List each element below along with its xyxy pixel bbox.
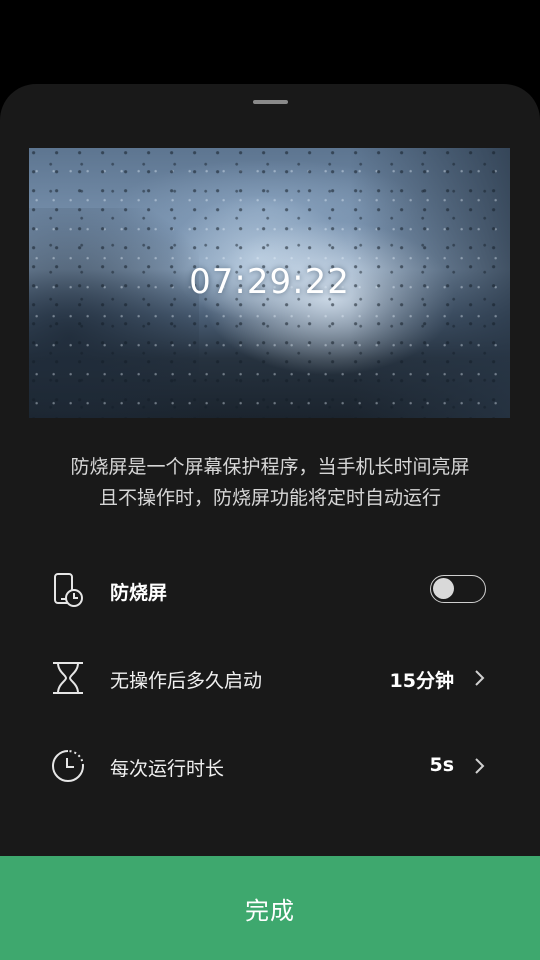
bottom-sheet: 07:29:22 防烧屏是一个屏幕保护程序，当手机长时间亮屏 且不操作时，防烧屏… [0, 84, 540, 960]
description-line-1: 防烧屏是一个屏幕保护程序，当手机长时间亮屏 [70, 456, 470, 478]
screensaver-preview: 07:29:22 [29, 148, 510, 418]
description-line-2: 且不操作时，防烧屏功能将定时自动运行 [98, 487, 441, 509]
screen: 07:29:22 防烧屏是一个屏幕保护程序，当手机长时间亮屏 且不操作时，防烧屏… [0, 0, 540, 960]
run-duration-value: 5s [429, 754, 454, 776]
drag-handle[interactable] [253, 100, 288, 104]
preview-clock: 07:29:22 [189, 262, 350, 302]
clock-icon [50, 748, 86, 784]
burn-in-toggle[interactable] [430, 575, 486, 603]
hourglass-icon [50, 660, 86, 696]
done-button[interactable]: 完成 [0, 856, 540, 960]
toggle-knob [433, 578, 454, 599]
chevron-right-icon [474, 668, 486, 688]
run-duration-label: 每次运行时长 [110, 758, 225, 780]
description-text: 防烧屏是一个屏幕保护程序，当手机长时间亮屏 且不操作时，防烧屏功能将定时自动运行 [40, 452, 500, 514]
idle-start-row[interactable]: 无操作后多久启动 15分钟 [0, 648, 540, 708]
phone-clock-icon [50, 572, 86, 608]
burn-in-label: 防烧屏 [110, 582, 168, 604]
idle-start-label: 无操作后多久启动 [110, 670, 263, 692]
run-duration-row[interactable]: 每次运行时长 5s [0, 736, 540, 796]
burn-in-row[interactable]: 防烧屏 [0, 560, 540, 620]
idle-start-value: 15分钟 [389, 670, 454, 692]
chevron-right-icon [474, 756, 486, 776]
